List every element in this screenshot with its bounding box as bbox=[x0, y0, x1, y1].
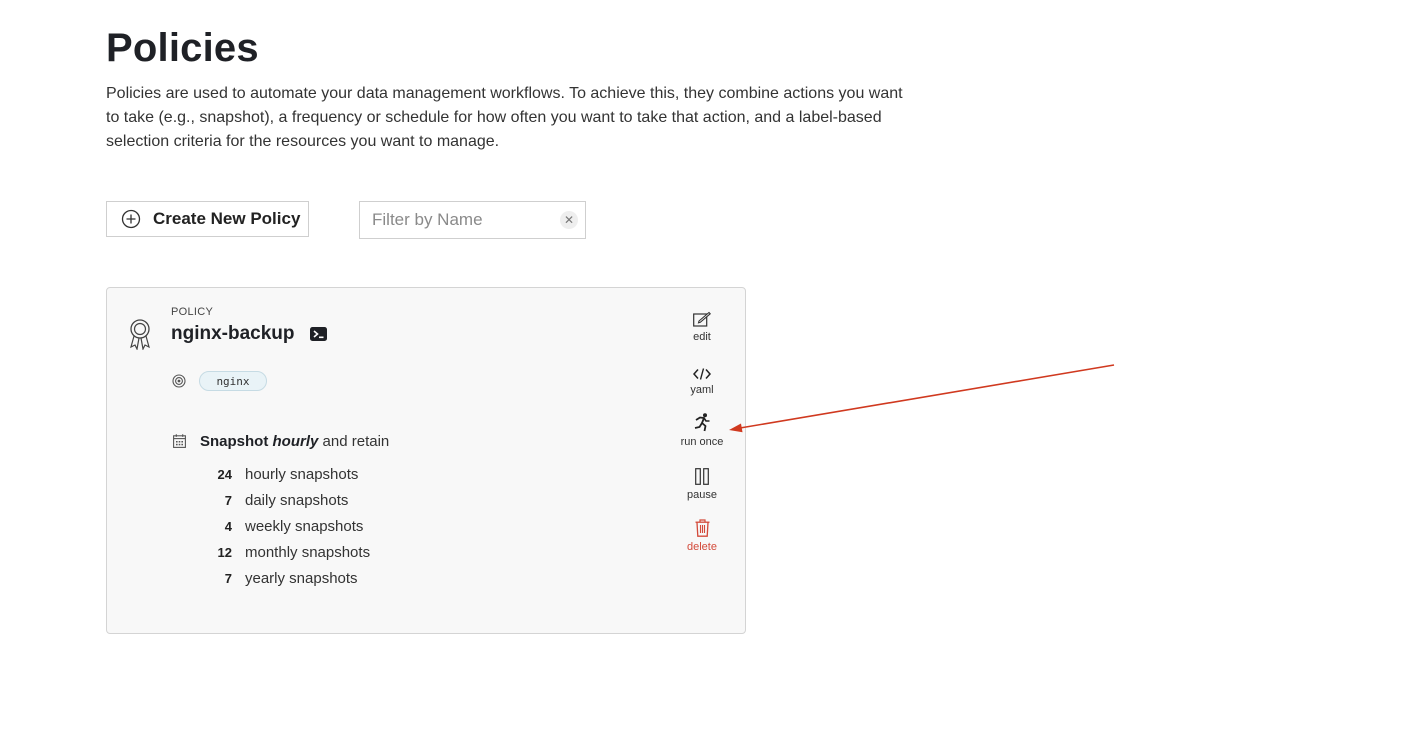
annotation-arrow bbox=[729, 364, 1115, 433]
